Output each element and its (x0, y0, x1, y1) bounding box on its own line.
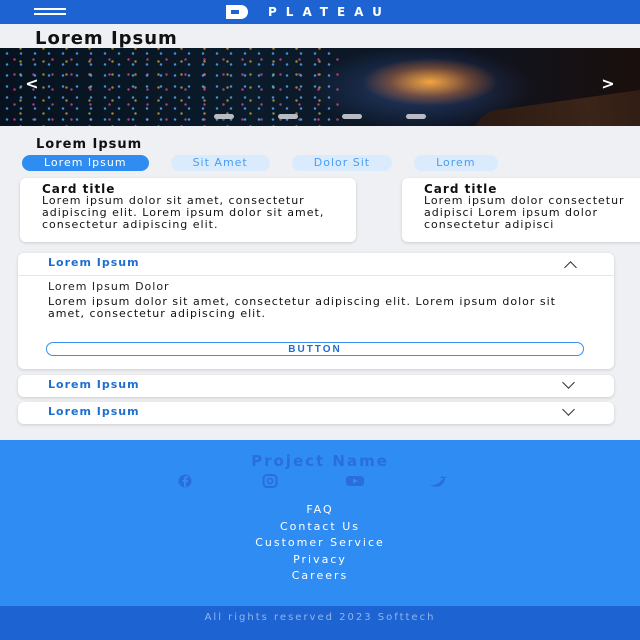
carousel-indicator[interactable] (406, 114, 426, 119)
accordion-header-label: Lorem Ipsum (48, 405, 140, 418)
chevron-up-icon (564, 261, 577, 274)
carousel-next-button[interactable]: > (600, 74, 616, 93)
accordion-header-label: Lorem Ipsum (48, 256, 140, 269)
footer-link-faq[interactable]: FAQ (0, 502, 640, 519)
accordion-button[interactable]: BUTTON (46, 342, 584, 356)
twitter-icon[interactable] (422, 474, 456, 488)
chip-sit-amet[interactable]: Sit Amet (170, 155, 270, 171)
copyright: All rights reserved 2023 Softtech (0, 606, 640, 640)
filter-chips: Lorem Ipsum Sit Amet Dolor Sit Lorem (22, 155, 498, 171)
facebook-icon[interactable] (168, 474, 202, 488)
accordion-item[interactable]: Lorem Ipsum (18, 402, 614, 424)
top-bar: PLATEAU (0, 0, 640, 24)
carousel-indicator[interactable] (214, 114, 234, 119)
carousel-indicator[interactable] (278, 114, 298, 119)
card-text: Lorem ipsum dolor sit amet, consectetur … (42, 194, 325, 231)
footer: Project Name FAQ Contact Us Customer Ser… (0, 440, 640, 606)
card[interactable]: Card title Lorem ipsum dolor sit amet, c… (20, 178, 356, 242)
chevron-down-icon (562, 376, 575, 389)
brand[interactable]: PLATEAU (226, 3, 391, 21)
footer-link-careers[interactable]: Careers (0, 568, 640, 585)
accordion-item-expanded: Lorem Ipsum Lorem Ipsum Dolor Lorem ipsu… (18, 253, 614, 369)
section-title: Lorem Ipsum (36, 137, 143, 152)
card-text: Lorem ipsum dolor consectetur adipisci L… (424, 194, 625, 231)
page-title: Lorem Ipsum (35, 28, 178, 49)
accordion-header[interactable]: Lorem Ipsum (18, 375, 614, 397)
brand-name: PLATEAU (268, 5, 391, 19)
chip-lorem-ipsum[interactable]: Lorem Ipsum (22, 155, 149, 171)
carousel-prev-button[interactable]: < (24, 74, 40, 93)
project-name: Project Name (251, 452, 389, 470)
chevron-down-icon (562, 403, 575, 416)
plateau-logo-icon (226, 5, 260, 19)
accordion-header[interactable]: Lorem Ipsum (18, 253, 614, 276)
carousel-indicator[interactable] (342, 114, 362, 119)
card[interactable]: Card title Lorem ipsum dolor consectetur… (402, 178, 640, 242)
footer-link-contact-us[interactable]: Contact Us (0, 519, 640, 536)
footer-link-privacy[interactable]: Privacy (0, 552, 640, 569)
chip-dolor-sit[interactable]: Dolor Sit (291, 155, 393, 171)
accordion-item[interactable]: Lorem Ipsum (18, 375, 614, 397)
instagram-icon[interactable] (253, 474, 287, 488)
accordion-header[interactable]: Lorem Ipsum (18, 402, 614, 424)
carousel-indicators (214, 114, 426, 119)
footer-link-customer-service[interactable]: Customer Service (0, 535, 640, 552)
hamburger-icon[interactable] (34, 8, 66, 18)
accordion-text: Lorem ipsum dolor sit amet, consectetur … (48, 295, 556, 320)
accordion-header-label: Lorem Ipsum (48, 378, 140, 391)
accordion-subtitle: Lorem Ipsum Dolor (48, 280, 170, 293)
youtube-icon[interactable] (338, 474, 372, 488)
chip-lorem[interactable]: Lorem (414, 155, 498, 171)
footer-links: FAQ Contact Us Customer Service Privacy … (0, 502, 640, 585)
